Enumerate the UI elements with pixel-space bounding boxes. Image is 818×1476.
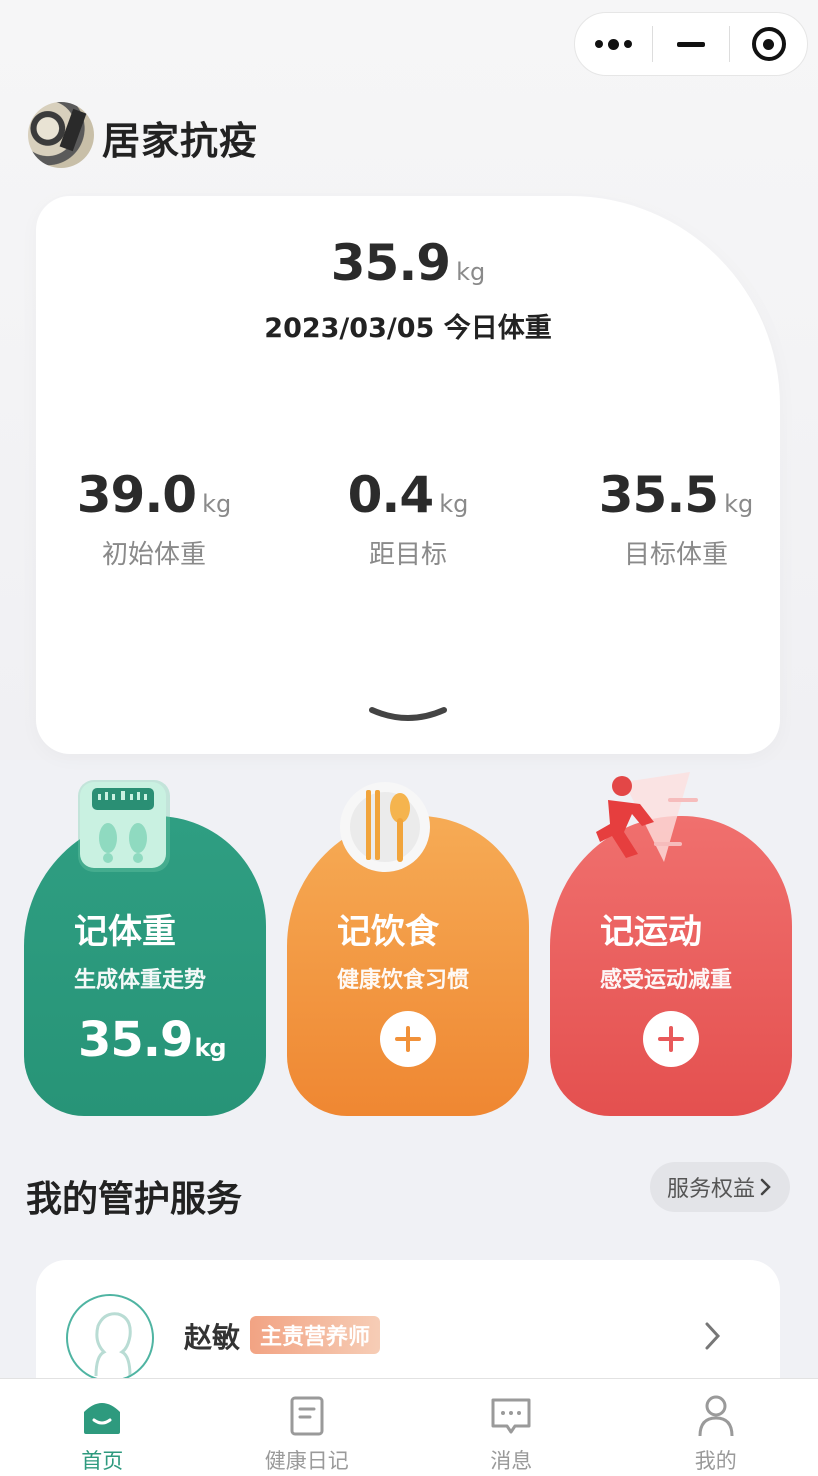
tab-home[interactable]: 首页 (0, 1379, 205, 1476)
tab-home-label: 首页 (81, 1449, 124, 1473)
tab-health-diary-label: 健康日记 (264, 1449, 349, 1473)
record-exercise-subtitle: 感受运动减重 (600, 968, 733, 993)
weight-summary-card[interactable]: 35.9 kg 2023/03/05 今日体重 39.0 kg 初始体重 0.4 kg… (36, 196, 780, 754)
diary-icon (284, 1393, 330, 1439)
chevron-right-icon (760, 1178, 771, 1196)
stat-unit: kg (724, 490, 754, 518)
stat-target-weight: 35.5 kg 目标体重 (556, 466, 796, 571)
stat-unit: kg (202, 490, 232, 518)
stat-value: 39.0 (76, 466, 197, 524)
record-exercise-title: 记运动 (600, 912, 702, 952)
stat-initial-weight: 39.0 kg 初始体重 (34, 466, 274, 571)
record-weight-number: 35.9 (78, 1012, 193, 1068)
stat-label: 目标体重 (623, 540, 728, 570)
record-diet-title: 记饮食 (337, 912, 439, 952)
today-weight: 35.9 kg (36, 234, 780, 292)
nutritionist-role-badge: 主责营养师 (250, 1316, 381, 1354)
stat-distance-to-goal: 0.4 kg 距目标 (288, 466, 528, 571)
record-weight-value: 35.9kg (78, 1012, 227, 1068)
running-icon (596, 772, 698, 862)
user-avatar[interactable] (28, 102, 94, 168)
record-diet-subtitle: 健康饮食习惯 (337, 968, 470, 993)
home-icon (79, 1393, 125, 1439)
expand-chevron-icon[interactable] (368, 704, 448, 728)
today-weight-value: 35.9 (330, 234, 451, 292)
tab-messages[interactable]: 消息 (409, 1379, 614, 1476)
message-icon (488, 1393, 534, 1439)
nutritionist-name: 赵敏 (184, 1321, 241, 1354)
service-rights-button[interactable]: 服务权益 (650, 1162, 790, 1212)
plate-cutlery-icon (340, 782, 430, 872)
record-weight-title: 记体重 (74, 912, 176, 952)
tab-profile-label: 我的 (694, 1449, 737, 1473)
stat-value: 35.5 (598, 466, 719, 524)
today-weight-unit: kg (456, 258, 486, 286)
scale-icon (78, 780, 170, 872)
service-rights-label: 服务权益 (666, 1177, 755, 1202)
nutritionist-avatar (66, 1294, 154, 1382)
today-weight-label: 2023/03/05 今日体重 (264, 313, 552, 344)
more-dots-icon[interactable] (575, 13, 652, 75)
tab-profile[interactable]: 我的 (614, 1379, 818, 1476)
add-exercise-button[interactable] (643, 1011, 699, 1067)
target-close-icon[interactable] (730, 13, 807, 75)
record-weight-unit: kg (194, 1034, 226, 1062)
stat-unit: kg (439, 490, 469, 518)
stat-label: 初始体重 (101, 540, 206, 570)
profile-icon (693, 1393, 739, 1439)
miniprogram-capsule (574, 12, 808, 76)
record-weight-subtitle: 生成体重走势 (74, 968, 207, 993)
tab-messages-label: 消息 (490, 1449, 533, 1473)
services-section-title: 我的管护服务 (26, 1179, 243, 1220)
bottom-tab-bar: 首页 健康日记 消息 我的 (0, 1378, 818, 1476)
stat-value: 0.4 (347, 466, 435, 524)
add-diet-button[interactable] (380, 1011, 436, 1067)
chevron-right-icon[interactable] (702, 1320, 722, 1352)
page-title: 居家抗疫 (102, 119, 259, 163)
minimize-icon[interactable] (653, 13, 730, 75)
stat-label: 距目标 (368, 540, 447, 570)
tab-health-diary[interactable]: 健康日记 (205, 1379, 410, 1476)
